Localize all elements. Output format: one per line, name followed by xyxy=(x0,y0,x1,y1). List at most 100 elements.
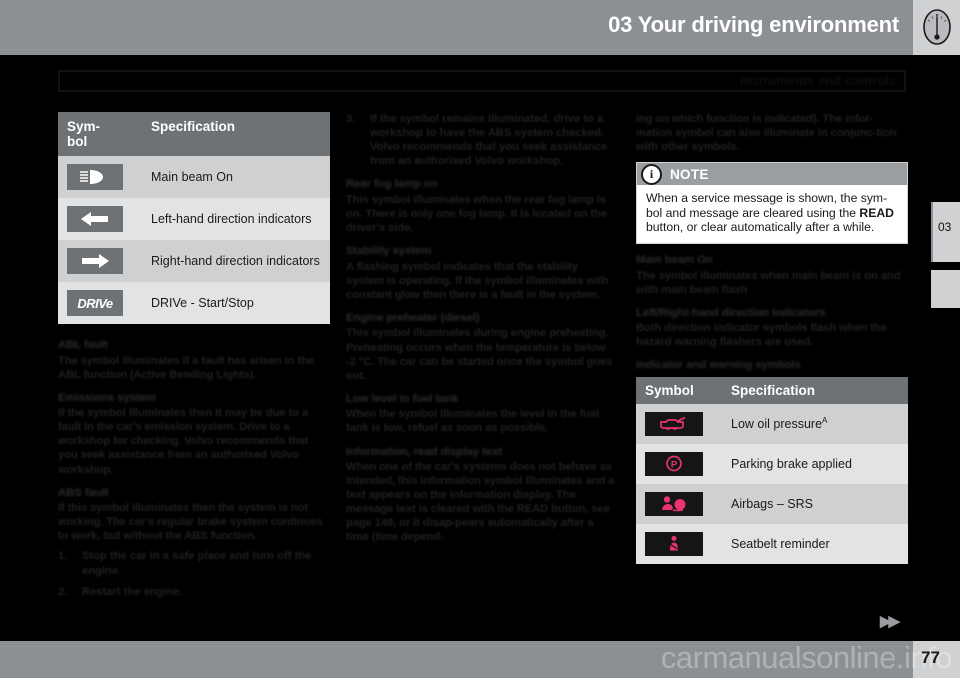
note-header: i NOTE xyxy=(637,163,907,186)
section-heading: Left/Right-hand direction indicators xyxy=(636,306,826,319)
page-title: 03 Your driving environment xyxy=(608,12,899,37)
chapter-tab-extension xyxy=(931,270,960,308)
section-body: This symbol illuminates when the rear fo… xyxy=(346,193,607,235)
section-body: A flashing symbol indicates that the sta… xyxy=(346,260,609,301)
spec-cell: DRIVe - Start/Stop xyxy=(141,282,330,324)
step-number: 3. xyxy=(346,113,356,125)
note-read-button-label: READ xyxy=(859,205,894,220)
table-header-row: Symbol Specification xyxy=(636,376,908,404)
spec-cell: Right-hand direction indicators xyxy=(141,240,330,282)
symbol-cell xyxy=(636,523,721,564)
page-number: 77 xyxy=(921,648,940,667)
speedometer-icon xyxy=(923,9,951,45)
symbol-cell: P xyxy=(636,443,721,484)
list-item: 2. Restart the engine. xyxy=(58,585,330,599)
section-heading: ABS fault xyxy=(58,486,109,499)
note-text-part1: When a service message is shown, the sym… xyxy=(646,191,888,220)
right-arrow-icon xyxy=(67,248,123,274)
spec-cell: Seatbelt reminder xyxy=(721,523,908,564)
oil-can-icon xyxy=(645,411,703,436)
col-header-symbol: Symbol xyxy=(636,376,721,404)
section-heading: Information, read display text xyxy=(346,445,502,458)
svg-text:DRIVe: DRIVe xyxy=(77,296,113,311)
section-body: Both direction indicator symbols flash w… xyxy=(636,322,887,349)
main-beam-icon xyxy=(67,164,123,190)
table-header-row: Sym-bol Specification xyxy=(58,112,330,156)
step-number: 2. xyxy=(58,585,68,598)
seatbelt-icon xyxy=(645,531,703,556)
right-column: ing on which function is indicated). The… xyxy=(636,112,908,564)
table-heading: Indicator and warning symbols xyxy=(636,359,801,372)
list-item: 1. Stop the car in a safe place and turn… xyxy=(58,549,330,577)
section-heading: Stability system xyxy=(346,245,432,258)
chapter-tab[interactable]: 03 xyxy=(931,202,960,262)
step-text: Restart the engine. xyxy=(82,585,183,598)
table-row: Low oil pressureA xyxy=(636,403,908,444)
parking-brake-icon: P xyxy=(645,451,703,476)
note-title: NOTE xyxy=(670,166,709,182)
table-row: DRIVe DRIVe - Start/Stop xyxy=(58,282,330,324)
middle-column: 3. If the symbol remains illuminated, dr… xyxy=(346,112,618,545)
section-heading: Low level in fuel tank xyxy=(346,392,459,405)
spec-cell: Main beam On xyxy=(141,156,330,198)
left-column: Sym-bol Specification Main beam On Left-… xyxy=(58,112,330,606)
footer-band xyxy=(0,641,913,678)
airbag-srs-icon xyxy=(645,491,703,516)
section-heading: Main beam On xyxy=(636,254,713,267)
col-header-specification: Specification xyxy=(721,376,908,404)
col-header-symbol: Sym-bol xyxy=(58,112,141,156)
section-body: When the symbol illuminates the level in… xyxy=(346,408,600,435)
next-page-marker: ▶▶ xyxy=(880,613,900,630)
step-text: Stop the car in a safe place and turn of… xyxy=(82,550,312,577)
section-heading: Rear fog lamp on xyxy=(346,178,438,191)
drive-text-icon: DRIVe xyxy=(67,290,123,316)
symbol-cell xyxy=(636,483,721,524)
note-body: When a service message is shown, the sym… xyxy=(637,185,907,243)
table-row: Left-hand direction indicators xyxy=(58,198,330,240)
section-body: If the symbol illuminates then it may be… xyxy=(58,407,309,476)
numbered-steps: 1. Stop the car in a safe place and turn… xyxy=(58,549,330,598)
chapter-tab-label: 03 xyxy=(938,220,952,234)
table-row: Seatbelt reminder xyxy=(636,523,908,564)
numbered-steps-continued: 3. If the symbol remains illuminated, dr… xyxy=(346,112,618,168)
symbol-cell: DRIVe xyxy=(58,282,141,324)
table-row: Right-hand direction indicators xyxy=(58,240,330,282)
step-text: If the symbol remains illuminated, drive… xyxy=(370,113,608,168)
symbols-table-right: Symbol Specification Low oil pressureA P… xyxy=(636,376,908,564)
spec-cell: Airbags – SRS xyxy=(721,483,908,524)
spec-cell: Low oil pressureA xyxy=(721,403,908,444)
col-header-specification: Specification xyxy=(141,112,330,156)
symbols-table-left: Sym-bol Specification Main beam On Left-… xyxy=(58,112,330,324)
section-heading: Engine preheater (diesel) xyxy=(346,311,480,324)
section-heading: ABL fault xyxy=(58,339,108,351)
spec-cell: Left-hand direction indicators xyxy=(141,198,330,240)
table-row: Main beam On xyxy=(58,156,330,198)
symbol-cell xyxy=(636,403,721,444)
note-box: i NOTE When a service message is shown, … xyxy=(636,162,908,245)
continued-paragraph: ing on which function is indicated). The… xyxy=(636,113,897,154)
step-number: 1. xyxy=(58,550,68,563)
footnote-marker: A xyxy=(822,416,828,426)
svg-text:P: P xyxy=(671,460,678,471)
symbol-cell xyxy=(58,240,141,282)
symbol-cell xyxy=(58,156,141,198)
note-text-part2: button, or clear automatically after a w… xyxy=(646,220,875,235)
symbol-cell xyxy=(58,198,141,240)
table-row: Airbags – SRS xyxy=(636,483,908,524)
section-body: This symbol illuminates during engine pr… xyxy=(346,327,613,382)
section-body: The symbol illuminates when main beam is… xyxy=(636,269,901,296)
section-heading: Emissions system xyxy=(58,391,156,404)
section-body: When one of the car's systems does not b… xyxy=(346,461,615,544)
list-item: 3. If the symbol remains illuminated, dr… xyxy=(346,112,618,168)
section-body: If this symbol illuminates then the syst… xyxy=(58,502,323,543)
section-subtitle: Instruments and controls xyxy=(739,73,896,88)
page-header-band: 03 Your driving environment xyxy=(0,0,913,55)
spec-cell: Parking brake applied xyxy=(721,443,908,484)
table-row: P Parking brake applied xyxy=(636,443,908,484)
manual-page: 03 Your driving environment Instruments … xyxy=(0,0,960,678)
section-subtitle-rule: Instruments and controls xyxy=(58,70,906,92)
info-icon: i xyxy=(641,163,662,185)
spec-text: Low oil pressure xyxy=(731,417,823,432)
left-arrow-icon xyxy=(67,206,123,232)
section-body: The symbol illuminates if a fault has ar… xyxy=(58,354,315,381)
